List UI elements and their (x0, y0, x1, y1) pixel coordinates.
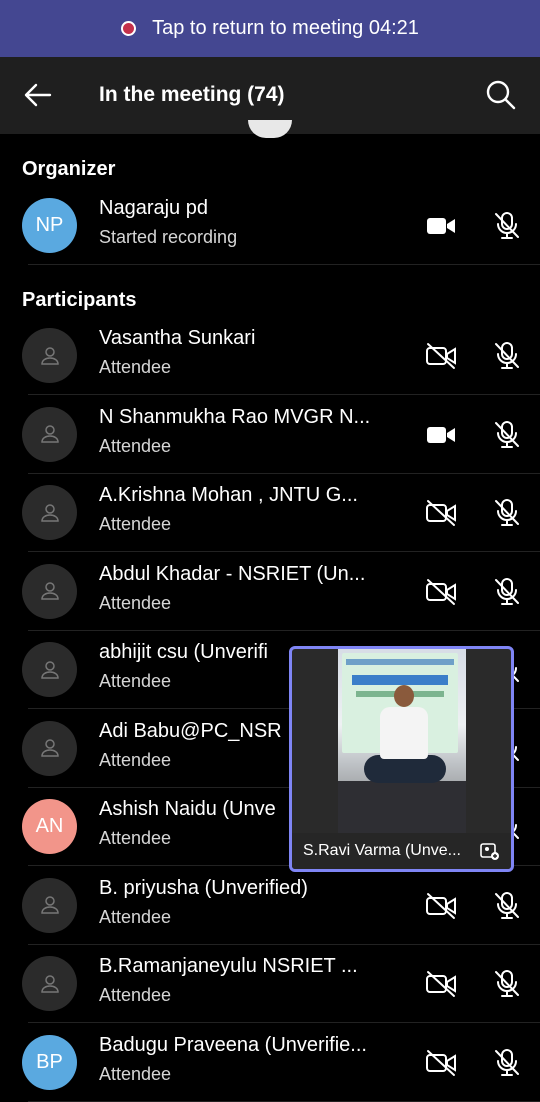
avatar: AN (22, 799, 77, 854)
participant-role: Attendee (99, 985, 172, 1005)
video-camera-off-icon (426, 500, 456, 526)
video-camera-off-icon (426, 578, 456, 605)
participant-role: Attendee (99, 357, 172, 377)
participant-name: B. priyusha (Unverified) (99, 876, 308, 899)
participant-row[interactable]: Abdul Khadar - NSRIET (Un... Attendee (0, 553, 540, 631)
participant-role: Started recording (99, 227, 238, 247)
person-icon (39, 502, 61, 524)
person-icon (39, 345, 61, 367)
participant-name: B.Ramanjaneyulu NSRIET ... (99, 955, 358, 977)
video-camera-off-icon (426, 343, 456, 369)
avatar (22, 328, 77, 383)
pip-caption: S.Ravi Varma (Unve... (292, 833, 511, 869)
participant-name: A.Krishna Mohan , JNTU G... (99, 484, 358, 506)
video-feed (338, 649, 466, 839)
video-pip[interactable]: S.Ravi Varma (Unve... (289, 646, 514, 872)
pip-caption-text: S.Ravi Varma (Unve... (303, 842, 461, 859)
organizer-row[interactable]: NP Nagaraju pd Started recording (0, 187, 540, 265)
person-icon (39, 423, 61, 445)
mic-off-icon (495, 420, 519, 448)
mic-off-icon (495, 577, 519, 605)
person-icon (39, 659, 61, 681)
mic-off-icon (495, 970, 519, 997)
participant-role: Attendee (99, 435, 172, 456)
video-camera-off-icon (426, 1049, 456, 1076)
participant-name: Adi Babu@PC_NSR (99, 719, 282, 742)
avatar (22, 563, 77, 619)
avatar: NP (22, 198, 77, 253)
recording-dot-icon (121, 21, 137, 36)
avatar (22, 720, 77, 776)
participant-name: N Shanmukha Rao MVGR N... (99, 405, 371, 428)
participant-row[interactable]: B.Ramanjaneyulu NSRIET ... Attendee (0, 945, 540, 1023)
participant-row[interactable]: B. priyusha (Unverified) Attendee (0, 867, 540, 945)
participant-row[interactable]: A.Krishna Mohan , JNTU G... Attendee (0, 474, 540, 552)
avatar (22, 485, 77, 540)
participant-row[interactable]: BP Badugu Praveena (Unverifie... Attendee (0, 1024, 540, 1102)
avatar (22, 642, 77, 697)
back-arrow-icon[interactable] (22, 79, 54, 111)
participant-role: Attendee (99, 906, 172, 927)
participant-name: Abdul Khadar - NSRIET (Un... (99, 562, 366, 585)
scroll-indicator (248, 120, 292, 138)
participant-role: Attendee (99, 671, 172, 691)
page-title: In the meeting (74) (99, 83, 285, 106)
mic-off-icon (495, 499, 519, 526)
avatar: BP (22, 1034, 77, 1090)
participant-role: Attendee (99, 1063, 172, 1084)
participant-name: Badugu Praveena (Unverifie... (99, 1033, 367, 1056)
participant-row[interactable]: Vasantha Sunkari Attendee (0, 317, 540, 395)
divider (28, 264, 540, 265)
video-camera-off-icon (426, 971, 456, 997)
mic-off-icon (495, 342, 519, 369)
video-camera-icon (427, 218, 455, 234)
participants-heading: Participants (22, 289, 137, 311)
participant-role: Attendee (99, 592, 172, 613)
participant-role: Attendee (99, 749, 172, 770)
participant-name: Ashish Naidu (Unve (99, 798, 276, 820)
spotlight-icon[interactable] (479, 841, 501, 861)
video-camera-icon (427, 426, 455, 443)
participant-role: Attendee (99, 828, 172, 848)
participant-name: abhijit csu (Unverifi (99, 641, 268, 663)
video-camera-off-icon (426, 892, 456, 919)
participant-row[interactable]: N Shanmukha Rao MVGR N... Attendee (0, 396, 540, 474)
person-icon (39, 894, 61, 916)
participant-name: Vasantha Sunkari (99, 327, 256, 349)
mic-off-icon (495, 212, 519, 239)
search-icon[interactable] (485, 79, 517, 111)
mic-off-icon (495, 1048, 519, 1076)
return-to-meeting-banner[interactable]: Tap to return to meeting 04:21 (0, 0, 540, 57)
person-icon (39, 737, 61, 759)
avatar (22, 877, 77, 933)
mic-off-icon (495, 891, 519, 919)
person-icon (39, 580, 61, 602)
avatar (22, 956, 77, 1011)
avatar (22, 406, 77, 462)
organizer-heading: Organizer (22, 158, 116, 180)
participant-name: Nagaraju pd (99, 197, 208, 219)
participant-role: Attendee (99, 514, 172, 534)
person-icon (39, 973, 61, 995)
divider (28, 1100, 540, 1102)
banner-text: Tap to return to meeting 04:21 (152, 17, 419, 39)
